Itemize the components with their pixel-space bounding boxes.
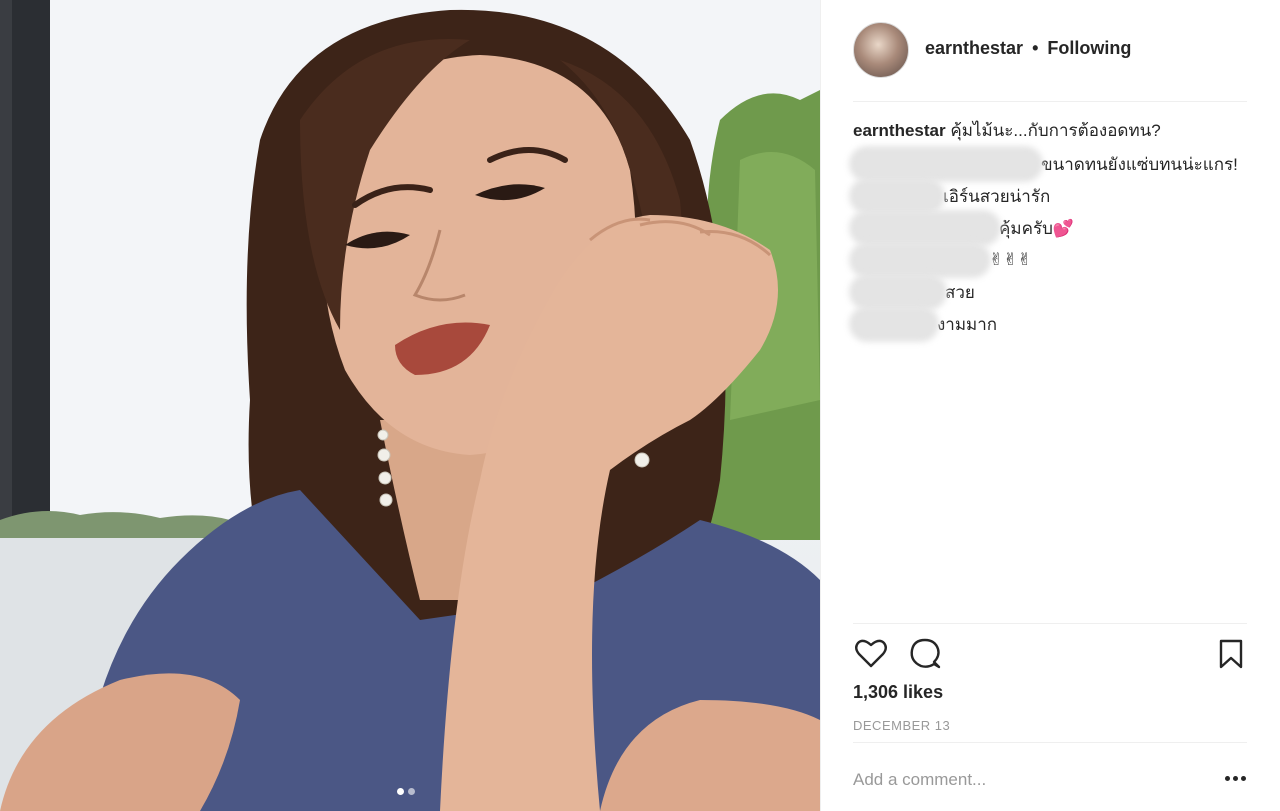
blurred-username[interactable] bbox=[853, 246, 987, 274]
heart-icon[interactable] bbox=[853, 636, 889, 672]
comment-item: คุ้มครับ💕 bbox=[853, 212, 1253, 244]
header-divider bbox=[853, 101, 1247, 102]
carousel-indicator bbox=[397, 788, 415, 795]
blurred-username[interactable] bbox=[853, 182, 941, 210]
username-link[interactable]: earnthestar bbox=[925, 38, 1023, 58]
caption-text: คุ้มไม้นะ...กับการต้องอดทน? bbox=[950, 121, 1161, 140]
follow-status-button[interactable]: Following bbox=[1047, 38, 1131, 58]
blurred-username[interactable] bbox=[853, 310, 935, 338]
comment-item: สวย bbox=[853, 276, 1253, 308]
add-comment-input[interactable] bbox=[853, 760, 1213, 800]
avatar[interactable] bbox=[853, 22, 909, 78]
post-header: earnthestar • Following bbox=[853, 22, 1247, 102]
comments-list: earnthestar คุ้มไม้นะ...กับการต้องอดทน? … bbox=[853, 118, 1253, 340]
selfie-photo bbox=[0, 0, 820, 811]
post-caption: earnthestar คุ้มไม้นะ...กับการต้องอดทน? bbox=[853, 118, 1253, 144]
comment-text: ขนาดทนยังแซ่บทนน่ะแกร! bbox=[1041, 154, 1238, 174]
actions-divider bbox=[853, 623, 1247, 624]
caption-username[interactable]: earnthestar bbox=[853, 121, 946, 140]
comment-text: ✌✌✌ bbox=[989, 250, 1032, 269]
blurred-username[interactable] bbox=[853, 278, 943, 306]
more-options-icon[interactable] bbox=[1225, 776, 1249, 786]
post-image[interactable] bbox=[0, 0, 820, 811]
post-date[interactable]: DECEMBER 13 bbox=[853, 718, 950, 733]
comment-item: ✌✌✌ bbox=[853, 244, 1253, 276]
carousel-dot-active[interactable] bbox=[397, 788, 404, 795]
blurred-username[interactable] bbox=[853, 150, 1039, 178]
likes-count[interactable]: 1,306 likes bbox=[853, 682, 943, 703]
comment-item: งามมาก bbox=[853, 308, 1253, 340]
bookmark-icon[interactable] bbox=[1213, 636, 1249, 672]
comment-text: สวย bbox=[945, 282, 975, 302]
comment-box-divider bbox=[853, 742, 1247, 743]
post-actions bbox=[853, 636, 1247, 672]
comment-item: เอิร์นสวยน่ารัก bbox=[853, 180, 1253, 212]
comment-item: ขนาดทนยังแซ่บทนน่ะแกร! bbox=[853, 148, 1253, 180]
header-user-info: earnthestar • Following bbox=[925, 38, 1131, 59]
comment-bubble-icon[interactable] bbox=[907, 636, 943, 672]
separator-dot: • bbox=[1032, 38, 1039, 58]
comment-text: เอิร์นสวยน่ารัก bbox=[943, 186, 1051, 206]
carousel-dot[interactable] bbox=[408, 788, 415, 795]
blurred-username[interactable] bbox=[853, 214, 997, 242]
comment-text: คุ้มครับ💕 bbox=[999, 218, 1075, 238]
comment-text: งามมาก bbox=[937, 314, 998, 334]
post-details-panel: earnthestar • Following earnthestar คุ้ม… bbox=[820, 0, 1280, 811]
